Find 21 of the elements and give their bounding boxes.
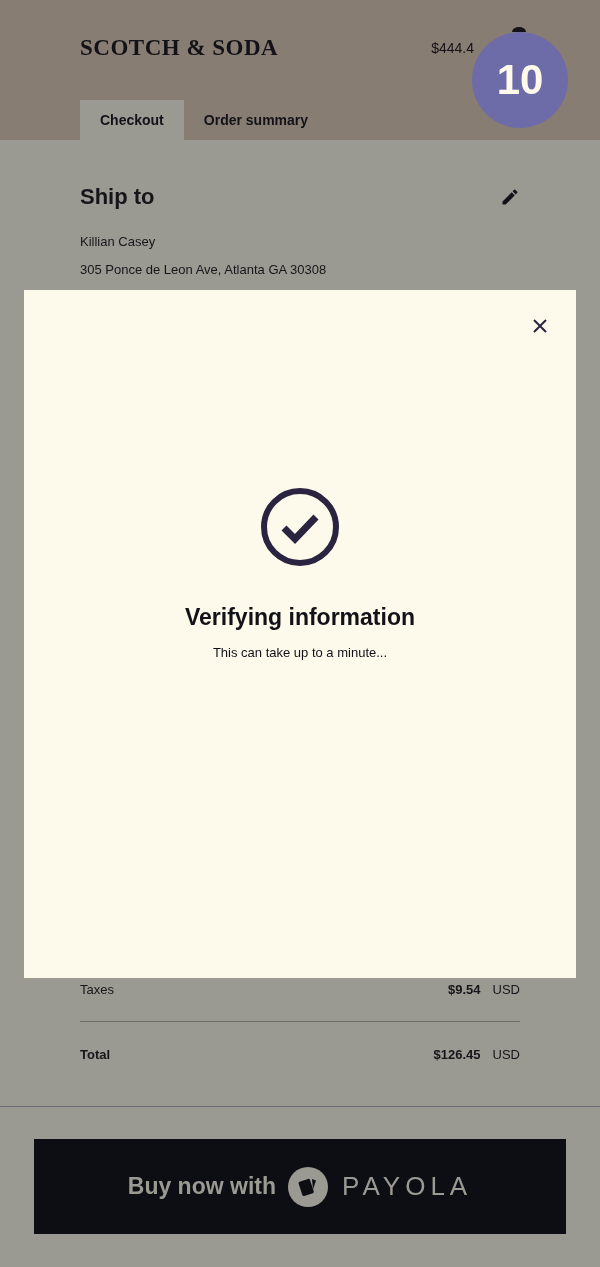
summary-amount: $9.54 [448, 981, 481, 997]
pay-button[interactable]: Buy now with PAYOLA [34, 1139, 566, 1234]
summary-amount: $126.45 [433, 1046, 481, 1062]
shipping-address: 305 Ponce de Leon Ave, Atlanta GA 30308 [80, 261, 328, 279]
check-circle-icon [259, 486, 341, 568]
brand-logo[interactable]: SCOTCH & SODA [80, 35, 279, 61]
edit-icon[interactable] [500, 187, 520, 207]
step-badge: 10 [472, 32, 568, 128]
currency-code: USD [492, 1046, 520, 1062]
section-title: Ship to [80, 184, 155, 210]
tab[interactable]: Checkout [80, 100, 184, 140]
summary-label: Total [80, 1046, 112, 1062]
tab[interactable]: Order summary [183, 100, 329, 140]
close-icon[interactable] [532, 318, 548, 334]
recipient-name: Killian Casey [80, 233, 157, 251]
modal-title: Verifying information [185, 604, 415, 631]
cards-icon [288, 1166, 328, 1207]
modal-message: This can take up to a minute... [212, 645, 388, 660]
cart-total: $444.4 [431, 40, 474, 56]
currency-code: USD [492, 981, 520, 997]
summary-label: Taxes [80, 981, 115, 997]
